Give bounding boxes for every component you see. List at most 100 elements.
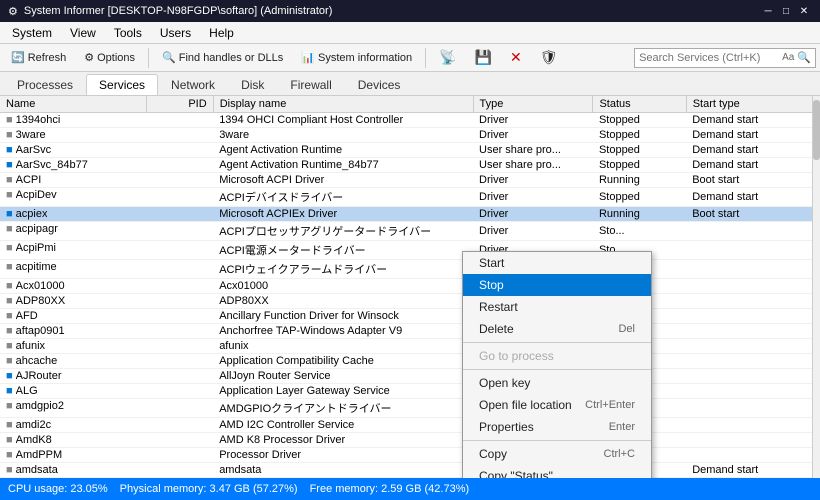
context-menu-item[interactable]: Start xyxy=(463,252,651,274)
refresh-button[interactable]: 🔄 Refresh xyxy=(4,48,73,67)
context-menu-shortcut: Ctrl+Enter xyxy=(585,399,635,411)
find-handles-button[interactable]: 🔍 Find handles or DLLs xyxy=(155,48,290,67)
col-header-name[interactable]: Name xyxy=(0,96,147,113)
context-menu-item[interactable]: Restart xyxy=(463,296,651,318)
context-menu-item[interactable]: Stop xyxy=(463,274,651,296)
table-row[interactable]: ■ AmdK8 AMD K8 Processor Driver Driver S… xyxy=(0,433,820,448)
options-button[interactable]: ⚙ Options xyxy=(77,48,142,67)
network-icon-button[interactable]: 📡 xyxy=(432,46,463,69)
maximize-button[interactable]: □ xyxy=(778,3,794,19)
toolbar-separator-2 xyxy=(425,48,426,68)
search-box[interactable]: Aa 🔍 xyxy=(634,48,816,68)
menu-help[interactable]: Help xyxy=(201,24,242,42)
table-row[interactable]: ■ AarSvc_84b77 Agent Activation Runtime_… xyxy=(0,158,820,173)
minimize-button[interactable]: ─ xyxy=(760,3,776,19)
cell-pid xyxy=(147,309,214,324)
table-row[interactable]: ■ AJRouter AllJoyn Router Service Share … xyxy=(0,369,820,384)
context-menu-label: Restart xyxy=(479,300,518,314)
search-input[interactable] xyxy=(639,52,779,64)
menu-users[interactable]: Users xyxy=(152,24,199,42)
cell-display: ACPIデバイスドライバー xyxy=(213,188,473,207)
service-icon: ■ xyxy=(6,370,13,382)
cell-name: ■ ACPI xyxy=(0,173,110,187)
tab-services[interactable]: Services xyxy=(86,74,158,95)
col-header-status[interactable]: Status xyxy=(593,96,686,113)
context-menu-item[interactable]: PropertiesEnter xyxy=(463,416,651,438)
cell-pid xyxy=(147,339,214,354)
context-menu-shortcut: Del xyxy=(618,323,635,335)
table-row[interactable]: ■ Acx01000 Acx01000 Driver Sto... xyxy=(0,279,820,294)
table-row[interactable]: ■ ADP80XX ADP80XX Driver Sto... xyxy=(0,294,820,309)
delete-button[interactable]: ✕ xyxy=(503,46,529,69)
cell-type: Driver xyxy=(473,128,593,143)
tab-devices[interactable]: Devices xyxy=(345,74,414,95)
save-button[interactable]: 💾 xyxy=(468,46,499,69)
physical-memory: Physical memory: 3.47 GB (57.27%) xyxy=(120,483,298,495)
table-row[interactable]: ■ AcpiPmi ACPI電源メータードライバー Driver Sto... xyxy=(0,241,820,260)
table-row[interactable]: ■ AFD Ancillary Function Driver for Wins… xyxy=(0,309,820,324)
col-header-display[interactable]: Display name xyxy=(213,96,473,113)
tab-processes[interactable]: Processes xyxy=(4,74,86,95)
table-body: ■ 1394ohci 1394 OHCI Compliant Host Cont… xyxy=(0,113,820,479)
table-row[interactable]: ■ AarSvc Agent Activation Runtime User s… xyxy=(0,143,820,158)
cell-name: ■ ahcache xyxy=(0,354,110,368)
tab-network[interactable]: Network xyxy=(158,74,228,95)
table-row[interactable]: ■ amdgpio2 AMDGPIOクライアントドライバー Driver Sto… xyxy=(0,399,820,418)
cell-starttype xyxy=(686,418,819,433)
context-menu: StartStopRestartDeleteDelGo to processOp… xyxy=(462,251,652,478)
cell-starttype: Demand start xyxy=(686,158,819,173)
context-menu-item[interactable]: Open file locationCtrl+Enter xyxy=(463,394,651,416)
system-info-button[interactable]: 📊 System information xyxy=(294,48,419,67)
tab-firewall[interactable]: Firewall xyxy=(277,74,344,95)
table-row[interactable]: ■ acpiex Microsoft ACPIEx Driver Driver … xyxy=(0,207,820,222)
tab-disk[interactable]: Disk xyxy=(228,74,277,95)
table-row[interactable]: ■ aftap0901 Anchorfree TAP-Windows Adapt… xyxy=(0,324,820,339)
col-header-type[interactable]: Type xyxy=(473,96,593,113)
table-row[interactable]: ■ amdsata amdsata Driver Stopped Demand … xyxy=(0,463,820,478)
context-menu-item[interactable]: Copy "Status" xyxy=(463,465,651,478)
cell-display: Microsoft ACPIEx Driver xyxy=(213,207,473,222)
cell-type: Driver xyxy=(473,222,593,241)
col-header-starttype[interactable]: Start type xyxy=(686,96,819,113)
col-header-pid[interactable]: PID xyxy=(147,96,214,113)
table-row[interactable]: ■ acpitime ACPIウェイクアラームドライバー Driver Sto.… xyxy=(0,260,820,279)
table-row[interactable]: ■ amdsbs amdsbs Driver Stopped Demand st… xyxy=(0,478,820,479)
table-row[interactable]: ■ ALG Application Layer Gateway Service … xyxy=(0,384,820,399)
cell-pid xyxy=(147,279,214,294)
context-menu-label: Start xyxy=(479,256,504,270)
table-row[interactable]: ■ ahcache Application Compatibility Cach… xyxy=(0,354,820,369)
title-bar-left: ⚙ System Informer [DESKTOP-N98FGDP\softa… xyxy=(8,5,332,18)
cell-starttype: Demand start xyxy=(686,128,819,143)
shield-button[interactable]: 🛡 xyxy=(533,46,565,69)
table-row[interactable]: ■ amdi2c AMD I2C Controller Service Driv… xyxy=(0,418,820,433)
cell-starttype: Demand start xyxy=(686,188,819,207)
menu-tools[interactable]: Tools xyxy=(106,24,150,42)
table-row[interactable]: ■ acpipagr ACPIプロセッサアグリゲータードライバー Driver … xyxy=(0,222,820,241)
service-icon: ■ xyxy=(6,310,13,322)
menu-view[interactable]: View xyxy=(62,24,104,42)
table-row[interactable]: ■ 1394ohci 1394 OHCI Compliant Host Cont… xyxy=(0,113,820,128)
find-icon: 🔍 xyxy=(162,51,176,64)
cell-status: Stopped xyxy=(593,113,686,128)
context-menu-item[interactable]: CopyCtrl+C xyxy=(463,443,651,465)
scrollbar-track[interactable] xyxy=(812,96,820,478)
context-menu-item[interactable]: Open key xyxy=(463,372,651,394)
cell-name: ■ AarSvc xyxy=(0,143,110,157)
service-icon: ■ xyxy=(6,419,13,431)
menu-system[interactable]: System xyxy=(4,24,60,42)
window-title: System Informer [DESKTOP-N98FGDP\softaro… xyxy=(24,5,332,17)
cell-starttype: Demand start xyxy=(686,463,819,478)
context-menu-item[interactable]: DeleteDel xyxy=(463,318,651,340)
cell-pid xyxy=(147,354,214,369)
table-row[interactable]: ■ 3ware 3ware Driver Stopped Demand star… xyxy=(0,128,820,143)
search-aa-label: Aa xyxy=(782,52,794,63)
table-row[interactable]: ■ AcpiDev ACPIデバイスドライバー Driver Stopped D… xyxy=(0,188,820,207)
cell-pid xyxy=(147,478,214,479)
table-row[interactable]: ■ afunix afunix Driver Run... xyxy=(0,339,820,354)
cell-name: ■ AmdPPM xyxy=(0,448,110,462)
table-row[interactable]: ■ ACPI Microsoft ACPI Driver Driver Runn… xyxy=(0,173,820,188)
close-button[interactable]: ✕ xyxy=(796,3,812,19)
scrollbar-thumb[interactable] xyxy=(813,100,820,160)
cell-display: AllJoyn Router Service xyxy=(213,369,473,384)
table-row[interactable]: ■ AmdPPM Processor Driver Driver Sto... xyxy=(0,448,820,463)
